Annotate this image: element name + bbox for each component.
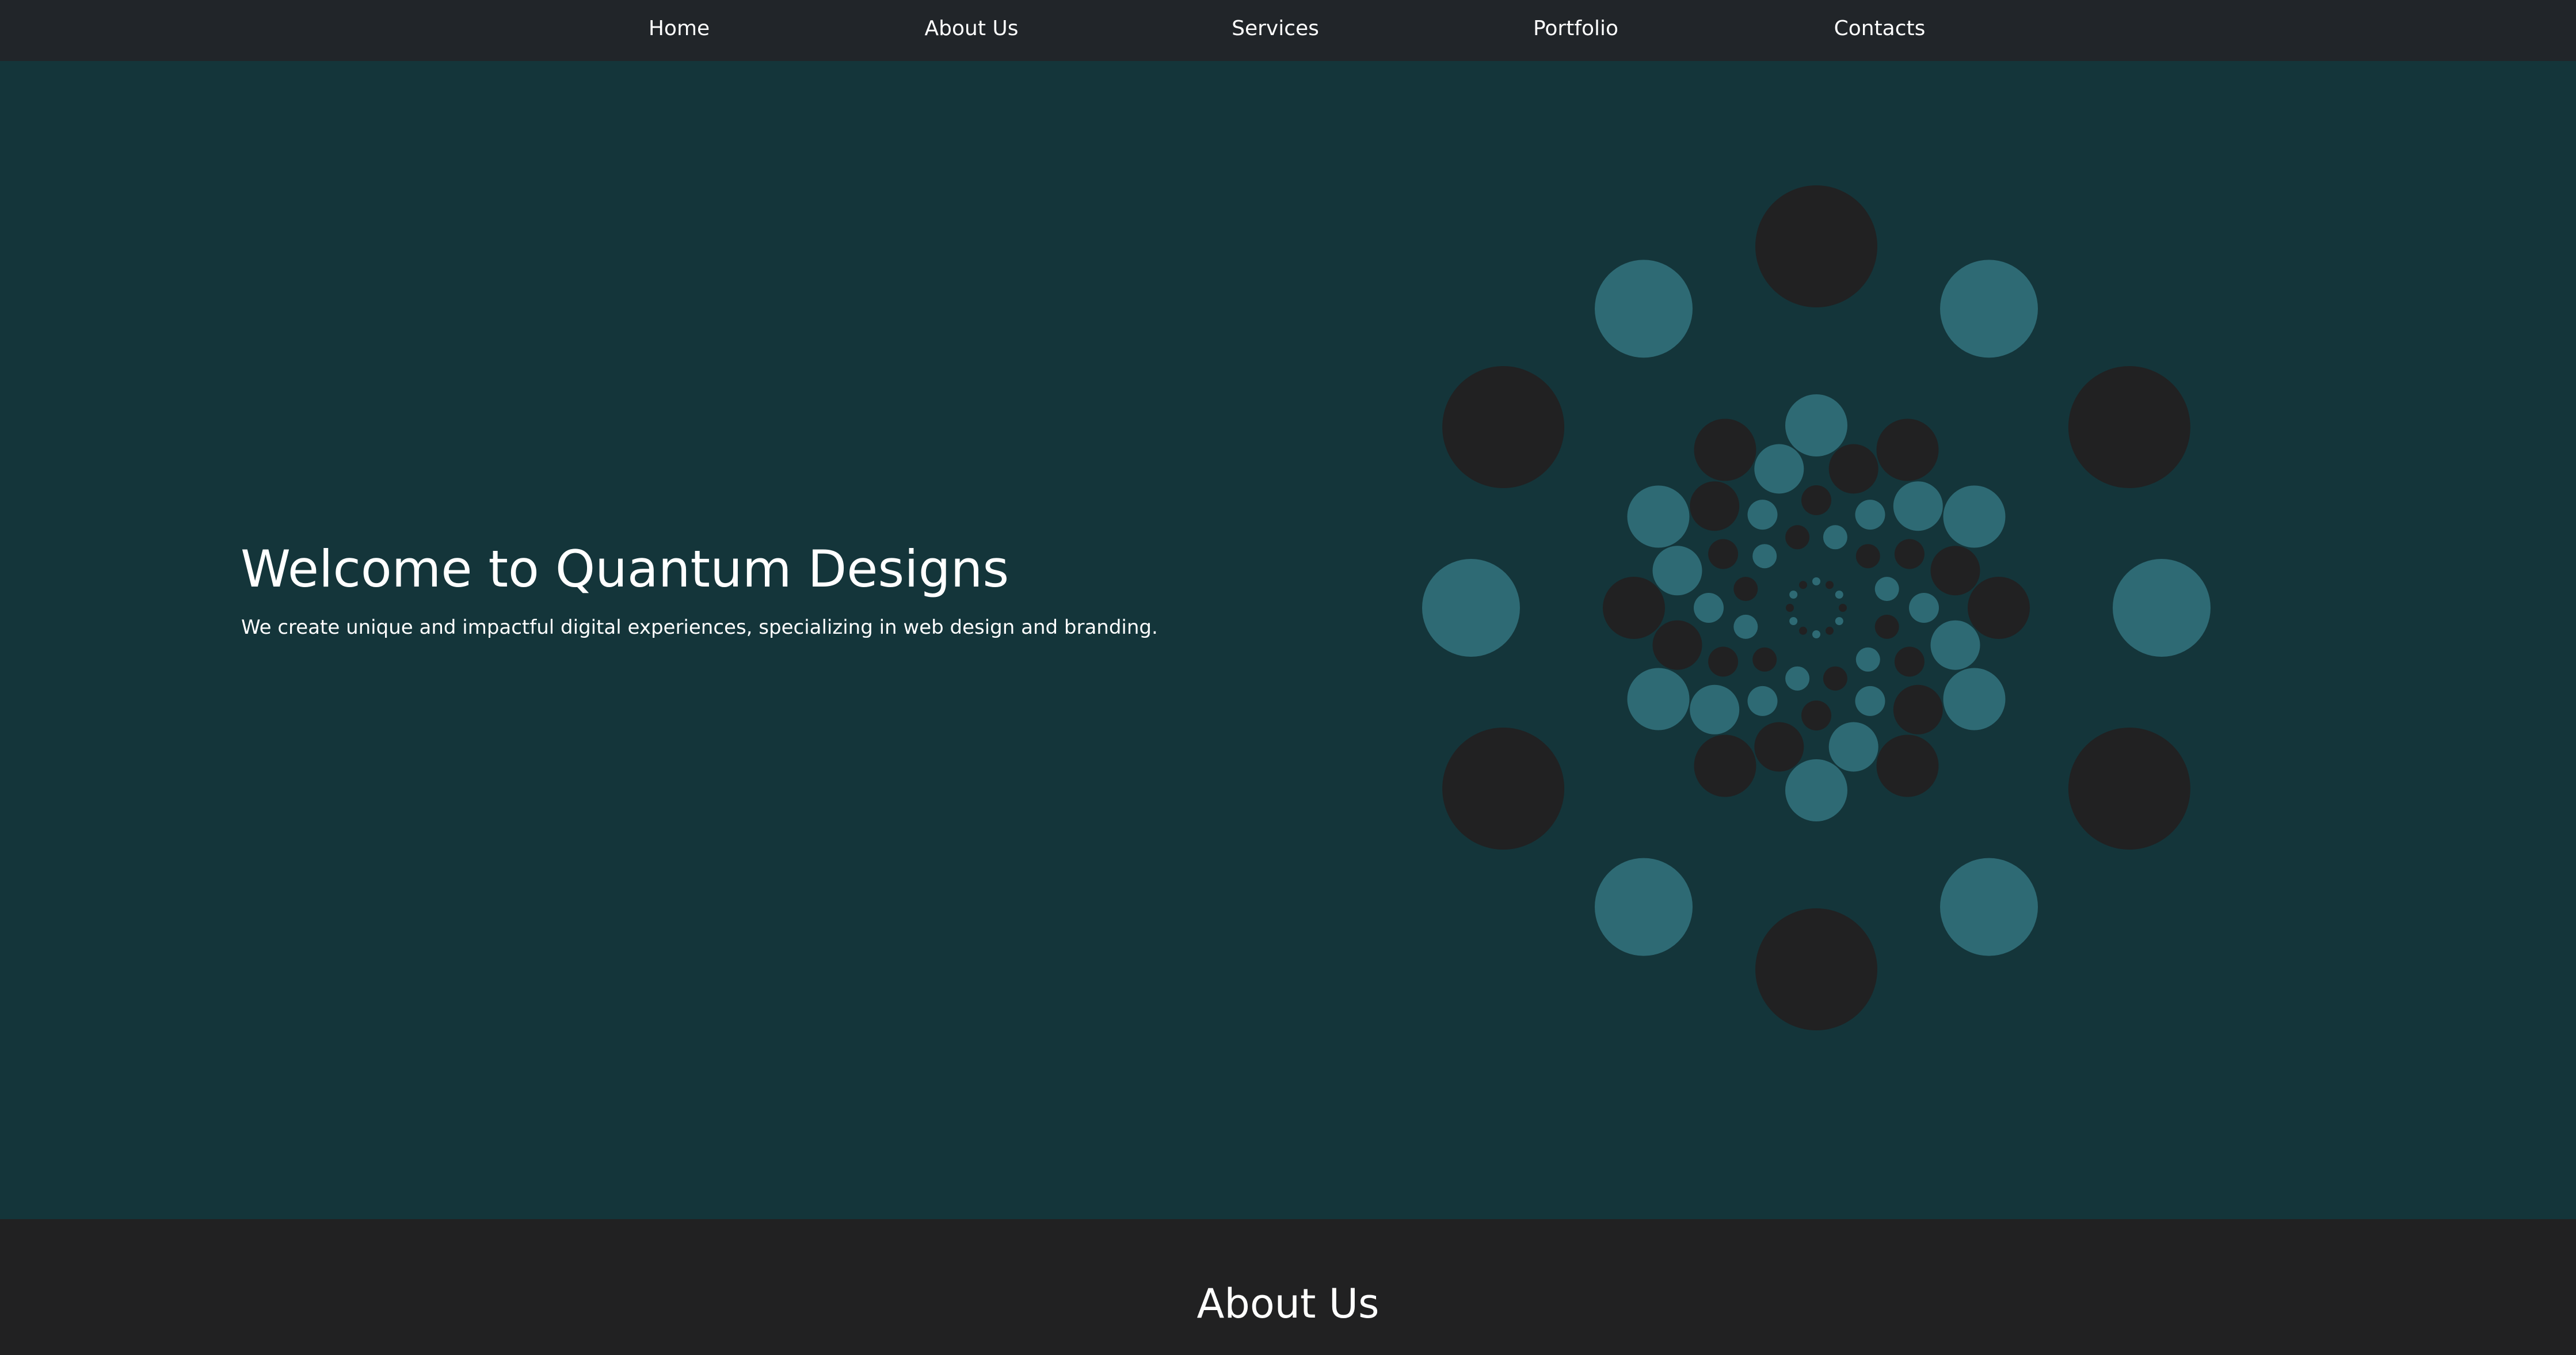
pattern-dot — [1801, 701, 1831, 730]
pattern-dot — [1754, 722, 1804, 772]
pattern-dot — [1874, 614, 1899, 639]
pattern-dot — [1874, 577, 1899, 602]
pattern-dot — [1694, 734, 1756, 797]
pattern-dot — [1785, 759, 1847, 821]
pattern-dot — [1442, 728, 1565, 850]
pattern-dot — [1812, 630, 1820, 638]
pattern-dot — [1694, 593, 1724, 623]
pattern-dot — [1893, 684, 1943, 734]
pattern-dot — [1812, 577, 1820, 585]
pattern-dot — [1785, 394, 1847, 456]
pattern-dot — [1652, 620, 1702, 670]
pattern-dot — [1823, 666, 1847, 691]
pattern-dot — [1894, 646, 1925, 677]
pattern-dot — [1786, 604, 1794, 612]
pattern-dot — [1943, 485, 2006, 548]
pattern-dot — [1755, 908, 1877, 1030]
pattern-dot — [1708, 646, 1739, 677]
pattern-dot — [1855, 544, 1880, 569]
pattern-dot — [1855, 500, 1885, 530]
pattern-dot — [1754, 444, 1804, 494]
dot-pattern-group — [1422, 185, 2211, 1030]
pattern-dot — [1894, 539, 1925, 569]
pattern-dot — [1595, 858, 1693, 956]
pattern-dot — [1652, 546, 1702, 596]
pattern-dot — [1799, 581, 1807, 589]
pattern-dot — [1690, 684, 1740, 734]
pattern-dot — [1595, 260, 1693, 358]
pattern-dot — [1855, 686, 1885, 716]
pattern-dot — [1603, 577, 1665, 639]
pattern-dot — [1747, 686, 1778, 716]
pattern-dot — [1930, 546, 1980, 596]
pattern-dot — [1733, 614, 1758, 639]
concentric-dot-pattern-icon — [1422, 185, 2211, 1030]
pattern-dot — [1708, 539, 1739, 569]
pattern-dot — [1839, 604, 1847, 612]
pattern-dot — [1909, 593, 1939, 623]
pattern-dot — [1876, 418, 1939, 481]
pattern-dot — [1968, 577, 2030, 639]
pattern-dot — [2068, 366, 2190, 488]
pattern-dot — [1785, 525, 1810, 550]
pattern-dot — [1826, 581, 1834, 589]
pattern-dot — [1752, 544, 1777, 569]
pattern-dot — [1823, 525, 1847, 550]
pattern-dot — [1442, 366, 1565, 488]
pattern-dot — [1690, 481, 1740, 531]
pattern-dot — [1627, 485, 1690, 548]
pattern-dot — [1876, 734, 1939, 797]
pattern-dot — [2113, 559, 2211, 657]
pattern-dot — [1789, 591, 1798, 599]
pattern-dot — [1747, 500, 1778, 530]
pattern-dot — [1826, 626, 1834, 635]
pattern-dot — [1828, 722, 1878, 772]
pattern-dot — [1943, 668, 2006, 730]
pattern-dot — [1835, 591, 1843, 599]
pattern-dot — [1799, 626, 1807, 635]
pattern-dot — [1940, 260, 2038, 358]
pattern-dot — [1828, 444, 1878, 494]
pattern-dot — [1855, 647, 1880, 672]
pattern-dot — [1733, 577, 1758, 602]
pattern-dot — [1422, 559, 1520, 657]
pattern-dot — [1752, 647, 1777, 672]
pattern-dot — [1755, 185, 1877, 307]
pattern-dot — [1893, 481, 1943, 531]
pattern-dot — [1785, 666, 1810, 691]
pattern-dot — [1627, 668, 1690, 730]
about-section-title: About Us — [1196, 1280, 1380, 1327]
pattern-dot — [1801, 485, 1831, 515]
pattern-dot — [1789, 617, 1798, 625]
pattern-dot — [1930, 620, 1980, 670]
pattern-dot — [1694, 418, 1756, 481]
pattern-dot — [1835, 617, 1843, 625]
pattern-dot — [1940, 858, 2038, 956]
pattern-dot — [2068, 728, 2190, 850]
